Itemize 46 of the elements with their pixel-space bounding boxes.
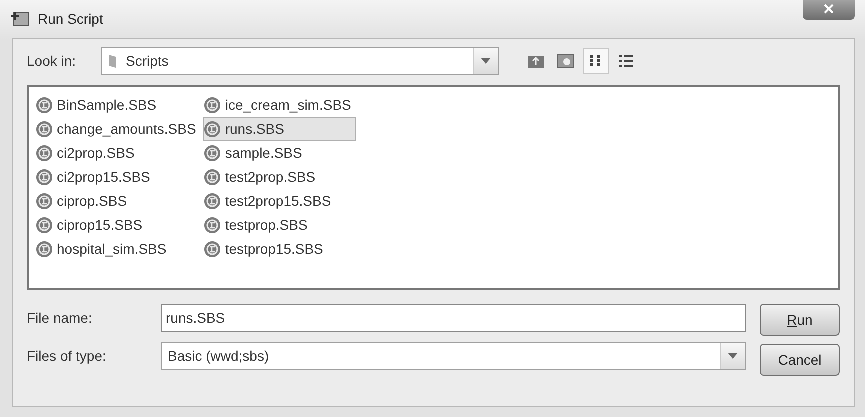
folder-up-icon bbox=[527, 53, 545, 69]
file-item[interactable]: ci2prop15.SBS bbox=[35, 165, 202, 189]
file-name-field[interactable]: runs.SBS bbox=[161, 304, 746, 332]
dropdown-caret-icon bbox=[481, 58, 491, 64]
script-file-icon bbox=[36, 144, 53, 162]
file-name-label: File name: bbox=[27, 310, 94, 326]
file-item[interactable]: ciprop15.SBS bbox=[35, 213, 202, 237]
look-in-label: Look in: bbox=[27, 53, 78, 69]
file-type-label: Files of type: bbox=[27, 348, 108, 364]
file-item[interactable]: test2prop.SBS bbox=[203, 165, 356, 189]
view-toolbar-button[interactable] bbox=[583, 48, 609, 74]
file-item[interactable]: ciprop.SBS bbox=[35, 189, 202, 213]
file-item[interactable]: ci2prop.SBS bbox=[35, 141, 202, 165]
script-file-icon bbox=[36, 168, 53, 186]
script-file-icon bbox=[36, 96, 53, 114]
file-item[interactable]: change_amounts.SBS bbox=[35, 117, 202, 141]
file-item[interactable]: testprop.SBS bbox=[203, 213, 356, 237]
file-type-dropdown[interactable]: Basic (wwd;sbs) bbox=[161, 342, 746, 370]
script-file-icon bbox=[204, 168, 222, 186]
script-file-icon bbox=[36, 240, 53, 258]
script-file-icon bbox=[204, 192, 222, 210]
window-app-icon bbox=[10, 10, 30, 28]
script-file-icon bbox=[36, 216, 53, 234]
dialog-button[interactable]: Cancel bbox=[760, 344, 840, 376]
file-item[interactable]: runs.SBS bbox=[203, 117, 356, 141]
script-file-icon bbox=[204, 216, 222, 234]
close-button[interactable] bbox=[803, 0, 855, 20]
close-icon bbox=[824, 4, 834, 14]
file-item[interactable]: BinSample.SBS bbox=[35, 93, 202, 117]
script-file-icon bbox=[36, 120, 53, 138]
script-file-icon bbox=[204, 144, 222, 162]
details-view-icon bbox=[618, 53, 634, 69]
file-item[interactable]: test2prop15.SBS bbox=[203, 189, 356, 213]
script-file-icon bbox=[36, 192, 53, 210]
script-file-icon bbox=[204, 96, 222, 114]
window-title: Run Script bbox=[38, 11, 104, 27]
file-item[interactable]: sample.SBS bbox=[203, 141, 356, 165]
new-folder-icon bbox=[557, 53, 575, 69]
dialog-button[interactable]: Run bbox=[760, 304, 840, 336]
file-item[interactable]: testprop15.SBS bbox=[203, 237, 356, 261]
dropdown-caret-icon bbox=[728, 353, 738, 359]
look-in-dropdown[interactable]: Scripts bbox=[101, 47, 499, 75]
script-file-icon bbox=[204, 120, 222, 138]
script-file-icon bbox=[204, 240, 222, 258]
file-item[interactable]: hospital_sim.SBS bbox=[35, 237, 202, 261]
file-item[interactable]: ice_cream_sim.SBS bbox=[203, 93, 356, 117]
